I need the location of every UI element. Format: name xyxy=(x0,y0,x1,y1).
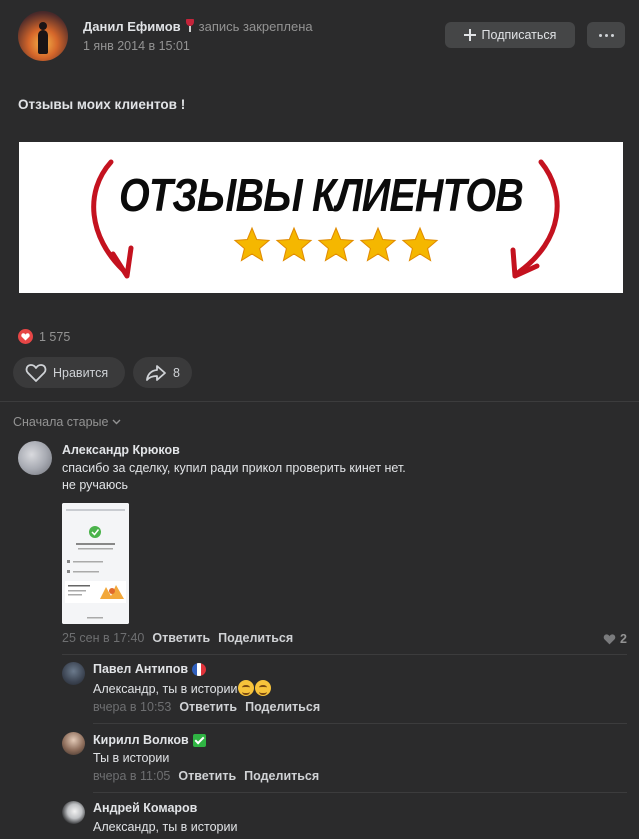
comment-author[interactable]: Александр Крюков xyxy=(62,443,180,457)
heart-icon xyxy=(603,633,616,644)
divider xyxy=(62,654,627,655)
comment-attachment-image[interactable] xyxy=(62,503,129,624)
commenter-avatar[interactable] xyxy=(62,662,85,685)
comment-text: не ручаюсь xyxy=(62,478,128,492)
left-arrowhead xyxy=(110,245,134,279)
share-button[interactable]: 8 xyxy=(133,357,192,388)
chevron-down-icon xyxy=(112,419,121,425)
france-flag-icon xyxy=(192,662,207,676)
comment-meta: вчера в 11:05 Ответить Поделиться xyxy=(93,769,327,783)
commenter-avatar[interactable] xyxy=(62,732,85,755)
likes-summary[interactable]: 1 575 xyxy=(18,329,70,344)
sort-label: Сначала старые xyxy=(13,415,109,429)
subscribe-label: Подписаться xyxy=(481,28,557,42)
divider xyxy=(0,401,639,402)
share-arrow-icon xyxy=(146,364,166,381)
star-icon xyxy=(359,226,397,262)
likes-count: 1 575 xyxy=(39,329,71,344)
comment-time[interactable]: вчера в 11:05 xyxy=(93,769,170,783)
more-dot xyxy=(598,33,602,37)
plus-icon xyxy=(463,29,476,41)
pinned-label: запись закреплена xyxy=(198,19,313,34)
comment-text: спасибо за сделку, купил ради прикол про… xyxy=(62,461,406,475)
comment-author-line: Павел Антипов xyxy=(93,662,207,676)
comment-meta: вчера в 10:53 Ответить Поделиться xyxy=(93,700,328,714)
more-options-button[interactable] xyxy=(587,22,625,48)
reply-button[interactable]: Ответить xyxy=(178,769,236,783)
heart-icon xyxy=(18,329,33,344)
receipt-screenshot xyxy=(62,503,129,624)
comment-likes-count: 2 xyxy=(620,632,627,646)
banner-title: ОТЗЫВЫ КЛИЕНТОВ xyxy=(118,169,524,221)
comment-author[interactable]: Андрей Комаров xyxy=(93,801,197,815)
commenter-avatar[interactable] xyxy=(18,441,52,475)
comment-time[interactable]: вчера в 10:53 xyxy=(93,700,171,714)
comment-text: Александр, ты в истории xyxy=(93,682,238,696)
comments-sort-dropdown[interactable]: Сначала старые xyxy=(13,415,121,429)
comment-text-line: Александр, ты в истории xyxy=(93,680,272,698)
author-line: Данил Ефимов запись закреплена xyxy=(83,19,313,34)
author-avatar[interactable] xyxy=(18,11,68,61)
like-button[interactable]: Нравится xyxy=(13,357,125,388)
heart-outline-icon xyxy=(25,363,47,382)
comment-text: Александр, ты в истории xyxy=(93,820,238,834)
post-date[interactable]: 1 янв 2014 в 15:01 xyxy=(83,39,190,53)
comment-author[interactable]: Кирилл Волков xyxy=(93,733,189,747)
divider xyxy=(93,723,627,724)
star-icon xyxy=(233,226,271,262)
post-image[interactable]: ОТЗЫВЫ КЛИЕНТОВ xyxy=(19,142,623,293)
subscribe-button[interactable]: Подписаться xyxy=(445,22,575,48)
like-label: Нравится xyxy=(53,365,109,380)
reply-button[interactable]: Ответить xyxy=(152,631,210,645)
star-icon xyxy=(275,226,313,262)
post-text: Отзывы моих клиентов ! xyxy=(18,97,186,112)
rating-stars xyxy=(233,226,439,262)
more-dot xyxy=(610,33,614,37)
comment-author-line: Кирилл Волков xyxy=(93,733,206,747)
author-name[interactable]: Данил Ефимов xyxy=(83,19,181,34)
divider xyxy=(93,792,627,793)
star-icon xyxy=(401,226,439,262)
star-icon xyxy=(317,226,355,262)
comment-time[interactable]: 25 сен в 17:40 xyxy=(62,631,144,645)
commenter-avatar[interactable] xyxy=(62,801,85,824)
smiling-emoji-icon xyxy=(238,680,255,696)
wine-glass-icon xyxy=(185,19,195,33)
comment-author[interactable]: Павел Антипов xyxy=(93,662,188,676)
shares-count: 8 xyxy=(173,365,180,380)
check-mark-icon xyxy=(192,733,206,747)
smiling-emoji-icon xyxy=(255,680,272,696)
more-dot xyxy=(604,33,608,37)
share-comment-button[interactable]: Поделиться xyxy=(218,631,293,645)
comment-text: Ты в истории xyxy=(93,751,170,765)
share-comment-button[interactable]: Поделиться xyxy=(245,700,320,714)
comment-like-button[interactable]: 2 xyxy=(603,632,627,646)
post-header: Данил Ефимов запись закреплена 1 янв 2014… xyxy=(18,11,628,61)
reply-button[interactable]: Ответить xyxy=(179,700,237,714)
comment-meta: 25 сен в 17:40 Ответить Поделиться xyxy=(62,631,301,645)
share-comment-button[interactable]: Поделиться xyxy=(244,769,319,783)
